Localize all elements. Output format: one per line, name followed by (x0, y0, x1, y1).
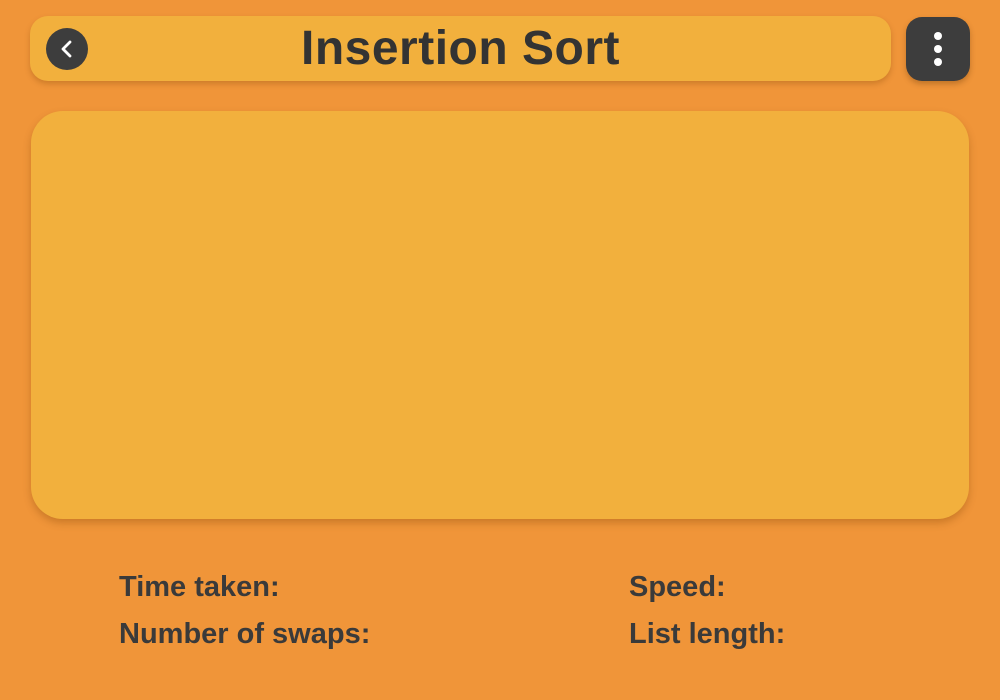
page-title: Insertion Sort (300, 22, 621, 75)
speed-stat: Speed: (629, 571, 734, 604)
speed-label: Speed: (629, 571, 726, 603)
time-taken-stat: Time taken: (119, 571, 288, 604)
app-screen: Insertion Sort Time taken: Number of swa… (0, 0, 1000, 700)
more-vertical-icon (934, 32, 942, 66)
swaps-label: Number of swaps: (119, 618, 371, 650)
list-length-label: List length: (629, 618, 786, 650)
back-button[interactable] (46, 28, 88, 70)
sort-visualizer-panel (31, 111, 969, 519)
list-length-stat: List length: (629, 618, 793, 651)
more-options-button[interactable] (906, 17, 970, 81)
time-taken-label: Time taken: (119, 571, 280, 603)
title-bar: Insertion Sort (30, 16, 891, 81)
swaps-stat: Number of swaps: (119, 618, 378, 651)
chevron-left-icon (61, 40, 72, 58)
